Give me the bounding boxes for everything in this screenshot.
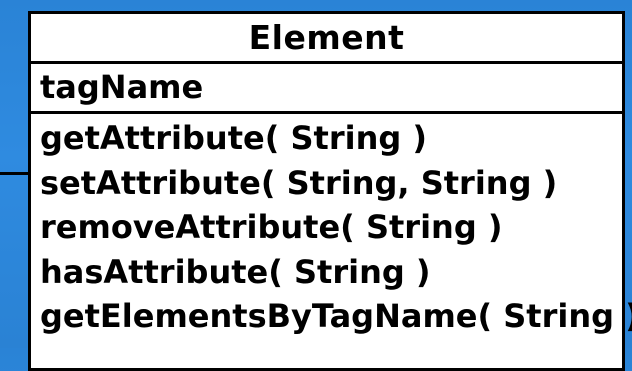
method-setattribute: setAttribute( String, String ) [40, 163, 558, 202]
method-hasattribute: hasAttribute( String ) [40, 252, 431, 291]
method-getattribute: getAttribute( String ) [40, 119, 428, 157]
attributes-compartment: tagName [31, 64, 622, 114]
attribute-tagname: tagName [40, 68, 204, 107]
method-getelementsbytagname: getElementsByTagName( String ) [40, 297, 632, 335]
method-removeattribute: removeAttribute( String ) [40, 208, 503, 246]
association-line [0, 172, 30, 175]
class-name-compartment: Element [31, 14, 622, 64]
uml-class-element: Element tagName getAttribute( String ) s… [28, 11, 632, 371]
class-name: Element [248, 18, 405, 57]
methods-compartment: getAttribute( String ) setAttribute( Str… [31, 114, 632, 339]
